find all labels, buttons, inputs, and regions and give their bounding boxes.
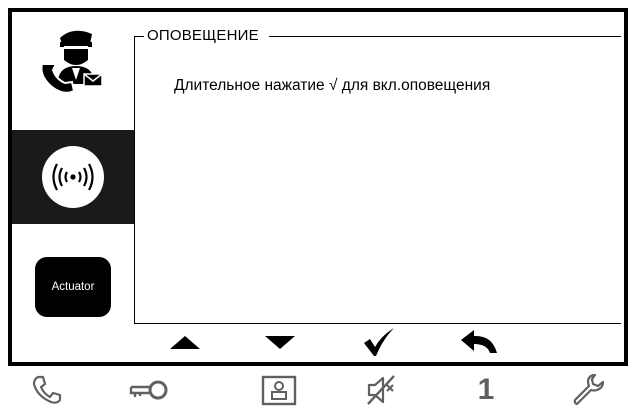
nav-up-button[interactable] xyxy=(160,326,210,358)
bottom-contacts-button[interactable] xyxy=(256,370,302,410)
mute-icon xyxy=(367,375,395,405)
bottom-mute-button[interactable] xyxy=(358,370,404,410)
actuator-icon: Actuator xyxy=(35,257,111,317)
actuator-label: Actuator xyxy=(51,281,95,293)
sidebar-item-actuator[interactable]: Actuator xyxy=(12,240,134,334)
wrench-icon xyxy=(573,373,605,406)
bottom-key-button[interactable] xyxy=(125,370,171,410)
panel-instruction-text: Длительное нажатие √ для вкл.оповещения xyxy=(174,77,491,94)
phone-icon xyxy=(32,375,62,404)
broadcast-icon xyxy=(42,146,104,208)
bottom-channel-button[interactable]: 1 xyxy=(463,370,509,410)
bottom-phone-button[interactable] xyxy=(24,370,70,410)
arrow-up-icon xyxy=(170,336,200,349)
panel-title: ОПОВЕЩЕНИЕ xyxy=(144,27,269,44)
arrow-down-icon xyxy=(265,336,295,349)
nav-down-button[interactable] xyxy=(255,326,305,358)
key-icon xyxy=(129,380,168,400)
sidebar: Actuator xyxy=(12,12,134,362)
sidebar-item-broadcast[interactable] xyxy=(12,130,134,224)
checkmark-icon xyxy=(364,328,394,356)
back-button[interactable] xyxy=(454,326,504,358)
intercom-screen: Actuator ОПОВЕЩЕНИЕ Длительное нажатие √… xyxy=(8,8,628,366)
confirm-button[interactable] xyxy=(354,326,404,358)
back-arrow-icon xyxy=(461,330,497,353)
concierge-icon xyxy=(40,30,103,94)
contact-card-icon xyxy=(261,375,297,406)
sidebar-item-concierge[interactable] xyxy=(12,12,134,106)
channel-number: 1 xyxy=(477,373,495,406)
bottom-settings-button[interactable] xyxy=(566,370,612,410)
